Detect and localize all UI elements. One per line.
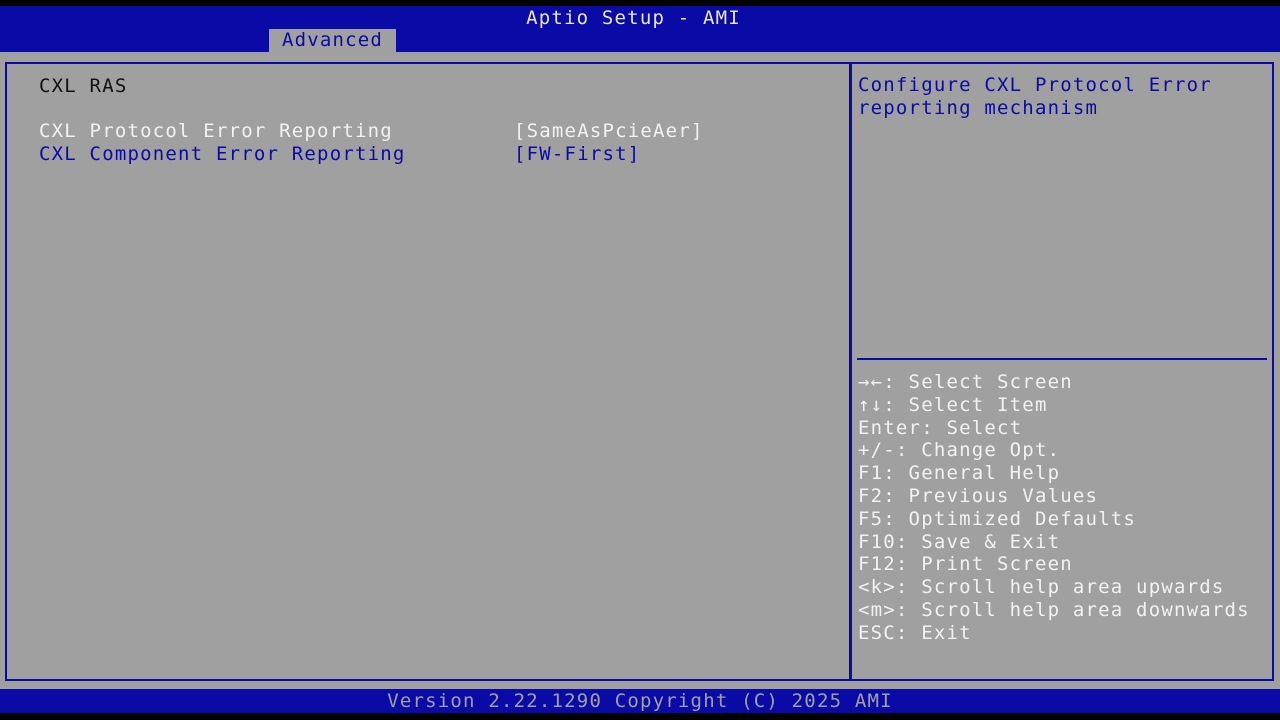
setting-cxl-protocol-error-reporting[interactable]: CXL Protocol Error Reporting [SameAsPcie… [39,120,839,143]
help-divider [857,358,1267,360]
key-select-screen: →←: Select Screen [858,371,1073,393]
key-legend: →←: Select Screen ↑↓: Select Item Enter:… [858,371,1268,645]
setting-label: CXL Component Error Reporting [39,143,406,165]
help-text: Configure CXL Protocol Error reporting m… [858,74,1263,120]
help-line: Configure CXL Protocol Error [858,74,1212,96]
key-change-opt: +/-: Change Opt. [858,439,1061,462]
footer-bar: Version 2.22.1290 Copyright (C) 2025 AMI [0,689,1280,713]
key-exit: ESC: Exit [858,621,972,644]
key-optimized-defaults: F5: Optimized Defaults [858,507,1137,530]
setting-value[interactable]: [FW-First] [514,143,640,166]
main-panel: CXL RAS CXL Protocol Error Reporting [Sa… [0,52,1280,689]
version-text: Version 2.22.1290 Copyright (C) 2025 AMI [387,690,893,712]
bottom-border [0,713,1280,720]
key-select-item: ↑↓: Select Item [858,393,1048,416]
key-enter-select: Enter: Select [858,416,1023,439]
setting-value[interactable]: [SameAsPcieAer] [514,120,704,143]
vertical-divider [849,62,852,681]
key-previous-values: F2: Previous Values [858,484,1099,507]
key-save-exit: F10: Save & Exit [858,530,1061,553]
setting-cxl-component-error-reporting[interactable]: CXL Component Error Reporting [FW-First] [39,143,839,166]
setting-label: CXL Protocol Error Reporting [39,120,393,142]
key-scroll-down: <m>: Scroll help area downwards [858,598,1250,621]
key-general-help: F1: General Help [858,462,1061,485]
help-line: reporting mechanism [858,97,1099,119]
key-scroll-up: <k>: Scroll help area upwards [858,576,1225,599]
section-title: CXL RAS [39,75,128,97]
tab-advanced[interactable]: Advanced [269,29,396,52]
key-print-screen: F12: Print Screen [858,553,1073,576]
header-bar: Aptio Setup - AMI Advanced [0,6,1280,52]
app-title: Aptio Setup - AMI [526,7,741,29]
